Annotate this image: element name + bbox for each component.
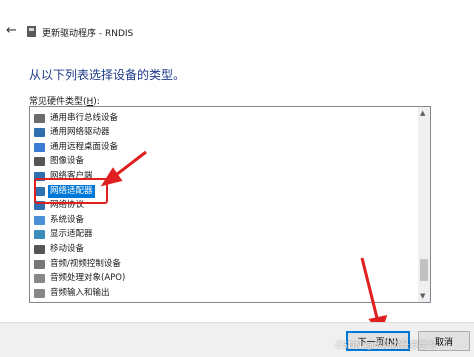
list-item-label: 移动设备 <box>50 243 85 254</box>
device-manager-icon <box>27 26 36 37</box>
list-item-label: 图像设备 <box>50 156 85 167</box>
scroll-up-arrow-icon[interactable]: ▲ <box>420 109 425 117</box>
list-item-label: 音频/视频控制设备 <box>50 258 121 269</box>
hardware-type-list[interactable]: 通用串行总线设备 通用网络驱动器 通用远程桌面设备 图像设备 网络客户端 网络适配器 网络协… <box>29 106 431 303</box>
annotation-box-selected-item <box>34 178 108 204</box>
page-heading: 从以下列表选择设备的类型。 <box>29 68 186 82</box>
title-bar: ← 更新驱动程序 - RNDIS <box>0 0 474 39</box>
list-item-label: 通用串行总线设备 <box>50 112 119 123</box>
list-item[interactable]: 通用网络驱动器 <box>34 126 112 140</box>
list-item-label: 音频输入和输出 <box>50 287 110 298</box>
list-item[interactable]: 通用串行总线设备 <box>34 111 120 125</box>
mobile-device-icon <box>34 244 45 254</box>
list-item[interactable]: 音频/视频控制设备 <box>34 257 123 271</box>
network-drive-icon <box>34 128 45 138</box>
usb-device-icon <box>34 113 45 123</box>
list-scrollbar[interactable]: ▲ ▼ <box>418 107 430 302</box>
window-title: 更新驱动程序 - RNDIS <box>42 29 134 39</box>
list-item-label: 系统设备 <box>50 214 85 225</box>
scroll-thumb[interactable] <box>420 259 428 281</box>
display-adapter-icon <box>34 230 45 240</box>
list-item-label: 通用远程桌面设备 <box>50 141 119 152</box>
list-item[interactable]: 移动设备 <box>34 242 86 256</box>
system-device-icon <box>34 215 45 225</box>
list-item-label: 音频处理对象(APO) <box>50 273 126 284</box>
remote-desktop-icon <box>34 142 45 152</box>
list-item[interactable]: 音频处理对象(APO) <box>34 272 127 286</box>
audio-apo-icon <box>34 274 45 284</box>
list-item-label: 显示适配器 <box>50 229 93 240</box>
list-item[interactable]: 系统设备 <box>34 213 86 227</box>
list-item[interactable]: 显示适配器 <box>34 228 95 242</box>
list-item[interactable]: 音频输入和输出 <box>34 286 112 300</box>
av-control-icon <box>34 259 45 269</box>
scroll-down-arrow-icon[interactable]: ▼ <box>420 292 425 300</box>
list-item[interactable]: 图像设备 <box>34 155 86 169</box>
camera-icon <box>34 157 45 167</box>
list-item-label: 通用网络驱动器 <box>50 127 110 138</box>
back-arrow-icon[interactable]: ← <box>6 24 17 37</box>
audio-io-icon <box>34 288 45 298</box>
list-item[interactable]: 通用远程桌面设备 <box>34 140 120 154</box>
watermark: CSDN @太阳就是爱学习 <box>336 341 437 351</box>
